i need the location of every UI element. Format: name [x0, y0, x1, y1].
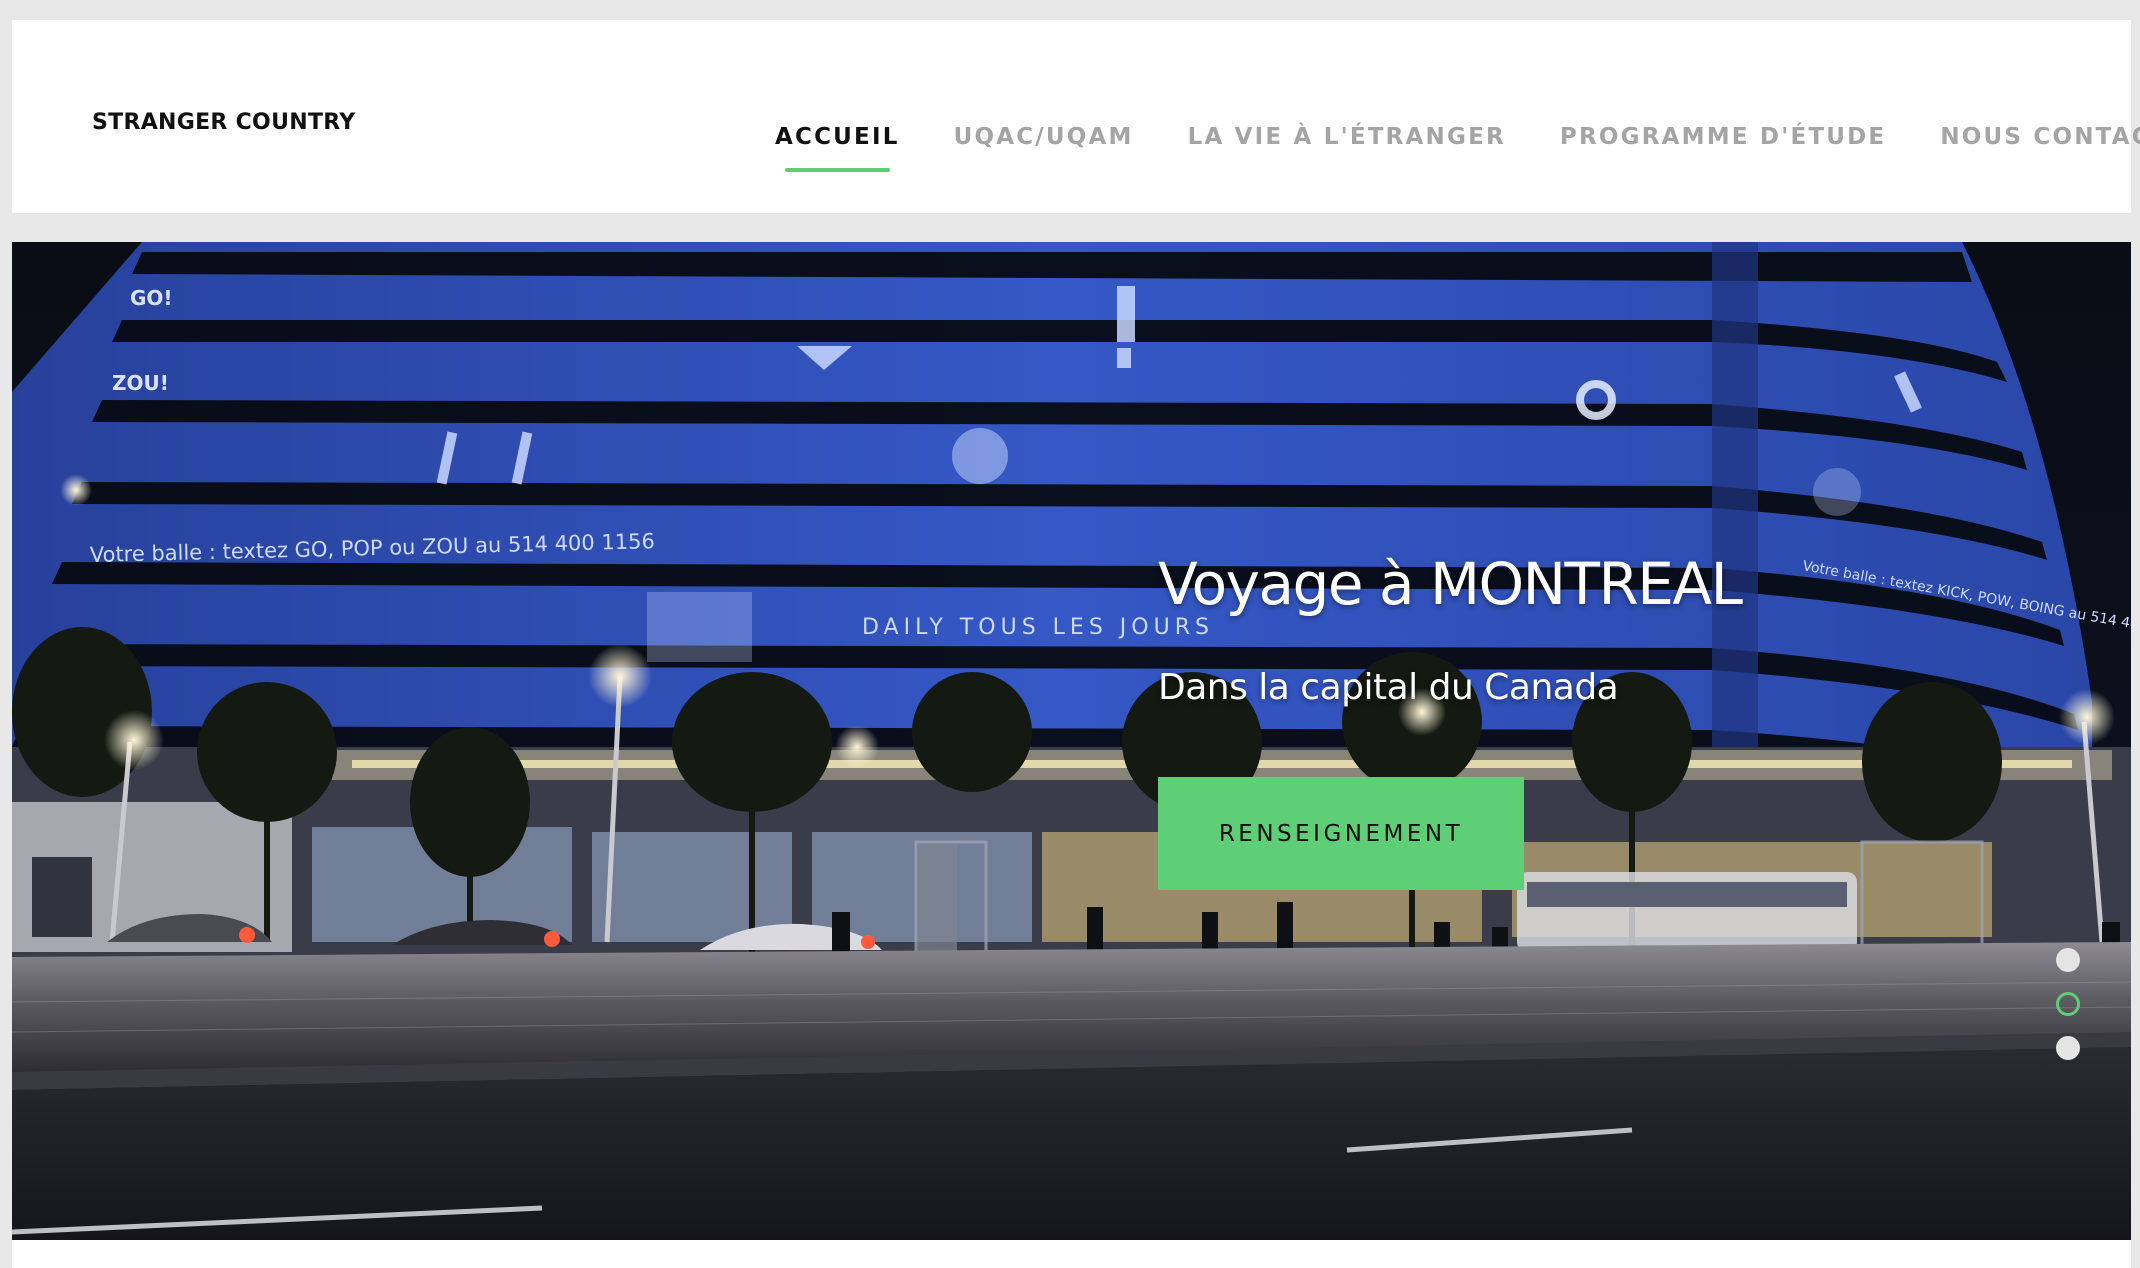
nav-item-vie-etranger[interactable]: LA VIE À L'ÉTRANGER [1188, 124, 1506, 150]
nav-item-accueil[interactable]: ACCUEIL [775, 124, 900, 172]
main-nav: ACCUEIL UQAC/UQAM LA VIE À L'ÉTRANGER PR… [775, 124, 2140, 172]
slider-dot-2[interactable] [2056, 992, 2080, 1016]
nav-item-nous-contacter[interactable]: NOUS CONTACTER [1940, 124, 2140, 150]
photo-text-go: GO! [130, 286, 173, 310]
hero-subtitle: Dans la capital du Canada [1158, 667, 1619, 708]
nav-item-programme-etude[interactable]: PROGRAMME D'ÉTUDE [1560, 124, 1886, 150]
site-header: STRANGER COUNTRY ACCUEIL UQAC/UQAM LA VI… [12, 20, 2140, 213]
site-logo-text[interactable]: STRANGER COUNTRY [92, 110, 356, 135]
nav-item-uqac-uqam[interactable]: UQAC/UQAM [954, 124, 1134, 150]
hero-title: Voyage à MONTREAL [1158, 550, 1743, 618]
slider-dot-3[interactable] [2056, 1036, 2080, 1060]
renseignement-button[interactable]: RENSEIGNEMENT [1158, 777, 1524, 890]
photo-text-zou: ZOU! [112, 371, 169, 395]
hero-background-photo: GO! ZOU! Votre balle : textez GO, POP ou… [12, 242, 2131, 1240]
slider-dot-1[interactable] [2056, 948, 2080, 972]
content-start-strip [12, 1240, 2131, 1268]
hero-slider: GO! ZOU! Votre balle : textez GO, POP ou… [12, 242, 2131, 1240]
photo-text-daily: DAILY TOUS LES JOURS [862, 615, 1214, 640]
